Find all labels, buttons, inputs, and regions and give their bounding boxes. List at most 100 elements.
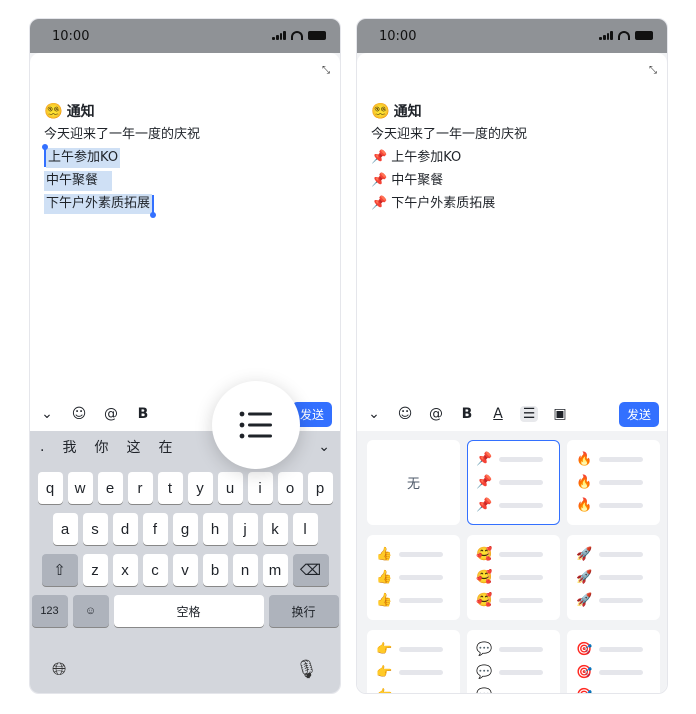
backspace-key[interactable]: ⌫ — [292, 554, 329, 586]
selected-text: 下午户外素质拓展 — [44, 194, 153, 214]
status-icons — [272, 31, 326, 40]
list-style-option[interactable]: 🥰 🥰 🥰 — [467, 535, 560, 620]
collapse-icon[interactable]: ⤡ — [322, 65, 330, 76]
bullet-icon: 👉 — [376, 688, 394, 693]
list-style-preview-row: 🔥 — [576, 473, 651, 492]
text-color-icon[interactable]: A — [489, 406, 507, 422]
candidate-item[interactable]: 在 — [158, 437, 172, 457]
candidate-item[interactable]: 你 — [94, 437, 108, 457]
letter-key[interactable]: g — [172, 513, 198, 545]
list-style-preview-row: 🔥 — [576, 450, 651, 469]
letter-key[interactable]: l — [292, 513, 318, 545]
letter-key[interactable]: c — [142, 554, 168, 586]
bullet-icon: 👉 — [376, 665, 393, 680]
list-item-text: 上午参加KO — [391, 150, 462, 165]
list-button-magnified[interactable] — [212, 381, 300, 469]
chevron-down-icon[interactable]: ⌄ — [318, 439, 330, 455]
letter-key[interactable]: x — [112, 554, 138, 586]
letter-key[interactable]: q — [37, 472, 63, 504]
letter-key[interactable]: b — [202, 554, 228, 586]
list-style-option[interactable]: 🔥 🔥 🔥 — [567, 440, 660, 525]
list-style-preview-row: 👍 — [376, 545, 451, 564]
chevron-down-icon[interactable]: ⌄ — [38, 406, 56, 422]
bullet-icon: 🔥 — [576, 452, 593, 467]
bold-button[interactable]: B — [134, 406, 152, 422]
letter-key[interactable]: w — [67, 472, 93, 504]
bullet-icon: 🎯 — [576, 665, 593, 680]
selected-text: 中午聚餐 — [44, 171, 113, 191]
list-item-text: 中午聚餐 — [391, 173, 444, 188]
letter-key[interactable]: y — [187, 472, 213, 504]
list-style-option[interactable]: 📌 📌 📌 — [467, 440, 560, 525]
list-icon[interactable]: ☰ — [520, 406, 538, 422]
chevron-down-icon[interactable]: ⌄ — [365, 406, 383, 422]
list-item: 📌 上午参加KO — [371, 146, 651, 169]
letter-key[interactable]: i — [247, 472, 273, 504]
placeholder-bar — [399, 598, 443, 603]
letter-key[interactable]: j — [232, 513, 258, 545]
letter-key[interactable]: n — [232, 554, 258, 586]
key-row-1: qwertyuiop — [30, 472, 340, 504]
candidate-item[interactable]: 这 — [126, 437, 140, 457]
list-style-option[interactable]: 🎯 🎯 🎯 — [567, 630, 660, 693]
placeholder-bar — [599, 552, 643, 557]
letter-key[interactable]: s — [82, 513, 108, 545]
note-title-text: 通知 — [66, 104, 95, 120]
candidate-item[interactable]: . — [40, 439, 44, 455]
image-icon[interactable]: ▣ — [551, 406, 569, 422]
placeholder-bar — [499, 552, 543, 557]
bold-button[interactable]: B — [458, 406, 476, 422]
collapse-icon[interactable]: ⤡ — [649, 65, 657, 76]
title-emoji-icon: 😵‍💫 — [371, 102, 390, 120]
key-row-4: 123 ☺ 空格 换行 — [30, 595, 340, 627]
list-style-option[interactable]: 🚀 🚀 🚀 — [567, 535, 660, 620]
letter-key[interactable]: e — [97, 472, 123, 504]
list-style-preview-row: 🥰 — [476, 568, 551, 587]
battery-icon — [308, 31, 326, 40]
letter-key[interactable]: t — [157, 472, 183, 504]
letter-key[interactable]: o — [277, 472, 303, 504]
list-style-option[interactable]: 👍 👍 👍 — [367, 535, 460, 620]
wifi-icon — [291, 31, 303, 40]
list-style-none[interactable]: 无 — [367, 440, 460, 525]
letter-key[interactable]: a — [52, 513, 78, 545]
letter-key[interactable]: h — [202, 513, 228, 545]
numbers-key[interactable]: 123 — [31, 595, 68, 627]
letter-key[interactable]: d — [112, 513, 138, 545]
status-time: 10:00 — [52, 29, 90, 44]
shift-key[interactable]: ⇧ — [41, 554, 78, 586]
status-icons — [599, 31, 653, 40]
space-key[interactable]: 空格 — [113, 595, 264, 627]
bullet-icon: 🥰 — [476, 593, 493, 608]
pin-icon: 📌 — [371, 173, 388, 188]
mention-button[interactable]: @ — [427, 406, 445, 422]
list-style-option[interactable]: 💬 💬 💬 — [467, 630, 560, 693]
editor-content[interactable]: 😵‍💫 通知 今天迎来了一年一度的庆祝 📌 上午参加KO 📌 中午聚餐 📌 下午户外素… — [371, 99, 651, 215]
placeholder-bar — [499, 503, 543, 508]
candidate-item[interactable]: 我 — [62, 437, 76, 457]
editor-content[interactable]: 😵‍💫 通知 今天迎来了一年一度的庆祝 上午参加KO 中午聚餐 下午户外素质拓展 — [42, 99, 324, 218]
bullet-icon: 🥰 — [476, 570, 493, 585]
send-button[interactable]: 发送 — [618, 401, 659, 427]
letter-key[interactable]: v — [172, 554, 198, 586]
selection-handle-start[interactable] — [42, 143, 48, 167]
letter-key[interactable]: u — [217, 472, 243, 504]
list-style-option[interactable]: 👉 👉 👉 — [367, 630, 460, 693]
selection-handle-end[interactable] — [150, 194, 157, 218]
microphone-icon[interactable]: 🎙︎ — [295, 659, 318, 680]
return-key[interactable]: 换行 — [268, 595, 339, 627]
letter-key[interactable]: m — [262, 554, 288, 586]
letter-key[interactable]: k — [262, 513, 288, 545]
letter-key[interactable]: z — [82, 554, 108, 586]
globe-icon[interactable]: 🌐︎ — [52, 659, 66, 680]
emoji-icon[interactable]: ☺ — [70, 406, 88, 422]
list-style-preview-row: 💬 — [476, 640, 551, 659]
bullet-icon: 🔥 — [576, 475, 593, 490]
list-style-grid: 无 📌 📌 📌 🔥 🔥 🔥 👍 👍 👍 🥰 🥰 🥰 🚀 🚀 🚀 👉 👉 👉 💬 💬 💬 🎯 🎯 🎯 — [367, 440, 660, 693]
letter-key[interactable]: r — [127, 472, 153, 504]
emoji-icon[interactable]: ☺ — [396, 406, 414, 422]
mention-button[interactable]: @ — [102, 406, 120, 422]
emoji-key-icon[interactable]: ☺ — [72, 595, 109, 627]
letter-key[interactable]: f — [142, 513, 168, 545]
letter-key[interactable]: p — [307, 472, 333, 504]
